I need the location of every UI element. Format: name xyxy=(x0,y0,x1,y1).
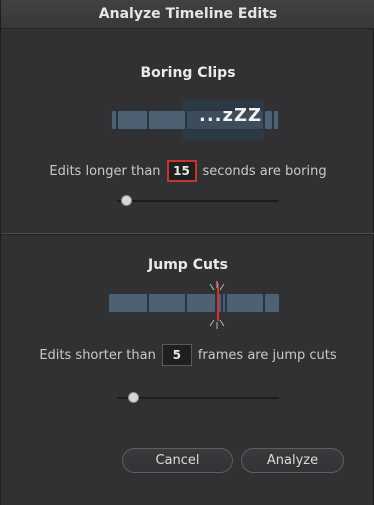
jump-slider-thumb[interactable] xyxy=(127,392,139,403)
clip-block xyxy=(148,110,186,130)
section-divider xyxy=(1,233,374,235)
dialog-title: Analyze Timeline Edits xyxy=(98,6,278,22)
boring-label-after: seconds are boring xyxy=(202,163,327,179)
jump-frames-field[interactable] xyxy=(161,344,192,366)
cut-spark-icon xyxy=(209,281,225,329)
title-bar: Analyze Timeline Edits xyxy=(1,0,374,29)
clip-block xyxy=(108,293,148,313)
jump-cuts-illustration xyxy=(108,287,280,319)
boring-label-before: Edits longer than xyxy=(49,163,161,179)
clip-block xyxy=(273,110,279,130)
cancel-button[interactable]: Cancel xyxy=(122,448,233,473)
clip-block xyxy=(264,110,273,130)
jump-label-before: Edits shorter than xyxy=(39,347,156,363)
clip-block xyxy=(148,293,186,313)
clip-block xyxy=(264,293,280,313)
jump-threshold-row: Edits shorter than frames are jump cuts xyxy=(1,344,374,366)
boring-slider-track[interactable] xyxy=(117,200,279,202)
jump-cuts-title: Jump Cuts xyxy=(148,257,228,273)
boring-clips-title: Boring Clips xyxy=(140,65,236,81)
analyze-timeline-edits-dialog: Analyze Timeline Edits Boring Clips ...z… xyxy=(0,0,374,505)
jump-slider-track[interactable] xyxy=(117,397,279,399)
boring-threshold-row: Edits longer than seconds are boring xyxy=(1,160,374,182)
jump-label-after: frames are jump cuts xyxy=(197,347,337,363)
boring-slider-thumb[interactable] xyxy=(121,195,133,206)
boring-seconds-field[interactable] xyxy=(166,160,197,182)
clip-block xyxy=(117,110,148,130)
sleeping-zzz-icon: ...zZZ xyxy=(199,105,263,126)
analyze-button[interactable]: Analyze xyxy=(241,448,344,473)
